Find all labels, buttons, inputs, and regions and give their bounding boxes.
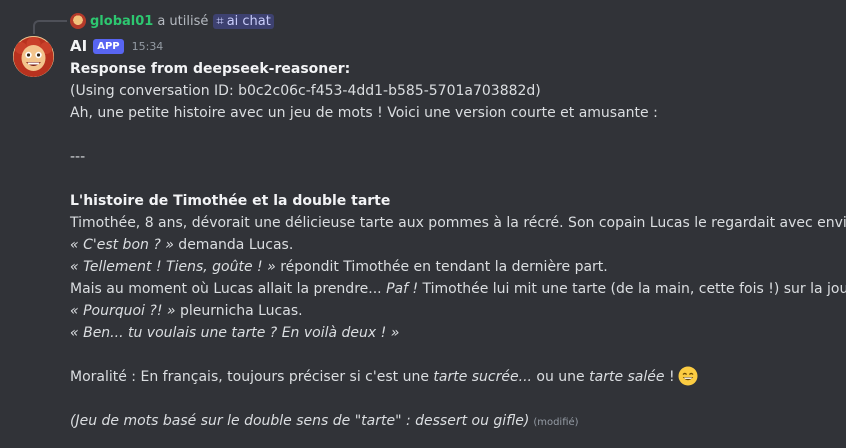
command-icon: ⌗ xyxy=(216,13,224,29)
moral-text: ! xyxy=(664,369,675,385)
edited-label[interactable]: (modifié) xyxy=(533,417,578,428)
message-content: Response from deepseek-reasoner: (Using … xyxy=(70,58,846,432)
narration: Mais au moment où Lucas allait la prendr… xyxy=(70,281,387,297)
avatar-image xyxy=(13,36,54,77)
moral-salty: tarte salée xyxy=(589,369,665,385)
story-line: « C'est bon ? » demanda Lucas. xyxy=(70,234,840,256)
message-header: AI APP 15:34 xyxy=(70,37,163,55)
story-line: Timothée, 8 ans, dévorait une délicieuse… xyxy=(70,215,846,231)
command-mention[interactable]: ⌗ ai chat xyxy=(213,13,274,29)
note-line: (Jeu de mots basé sur le double sens de … xyxy=(70,410,840,432)
conversation-id: (Using conversation ID: b0c2c06c-f453-4d… xyxy=(70,83,541,99)
app-badge: APP xyxy=(93,38,124,54)
narration: répondit Timothée en tendant la dernière… xyxy=(275,259,608,275)
intro-text: Ah, une petite histoire avec un jeu de m… xyxy=(70,105,658,121)
story-line: « Tellement ! Tiens, goûte ! » répondit … xyxy=(70,256,840,278)
footnote: (Jeu de mots basé sur le double sens de … xyxy=(70,413,530,429)
reply-verb: a utilisé xyxy=(157,13,209,29)
moral-text: ou une xyxy=(531,369,590,385)
timestamp[interactable]: 15:34 xyxy=(132,40,164,53)
reply-username[interactable]: global01 xyxy=(90,14,153,29)
story-line: Mais au moment où Lucas allait la prendr… xyxy=(70,278,846,300)
moral-sweet: tarte sucrée... xyxy=(433,369,532,385)
moral-text: Moralité : En français, toujours précise… xyxy=(70,369,434,385)
avatar[interactable] xyxy=(13,36,54,77)
reply-connector xyxy=(33,20,67,34)
quote: « C'est bon ? » xyxy=(70,237,174,253)
command-name: ai chat xyxy=(226,13,271,29)
quote: « Tellement ! Tiens, goûte ! » xyxy=(70,259,276,275)
reply-avatar[interactable] xyxy=(70,13,86,29)
quote: « Pourquoi ?! » xyxy=(70,303,176,319)
story-line: « Ben... tu voulais une tarte ? En voilà… xyxy=(70,325,400,341)
narration: demanda Lucas. xyxy=(173,237,294,253)
separator: --- xyxy=(70,149,86,165)
narration: Timothée lui mit une tarte (de la main, … xyxy=(418,281,846,297)
narration: pleurnicha Lucas. xyxy=(175,303,303,319)
reply-reference[interactable]: global01 a utilisé ⌗ ai chat xyxy=(70,12,274,30)
smile-emoji[interactable] xyxy=(678,366,698,386)
author-name[interactable]: AI xyxy=(70,37,87,55)
onomatopoeia: Paf ! xyxy=(386,281,419,297)
response-title: Response from deepseek-reasoner: xyxy=(70,61,351,77)
moral-line: Moralité : En français, toujours précise… xyxy=(70,366,840,388)
story-line: « Pourquoi ?! » pleurnicha Lucas. xyxy=(70,300,840,322)
story-title: L'histoire de Timothée et la double tart… xyxy=(70,193,391,209)
